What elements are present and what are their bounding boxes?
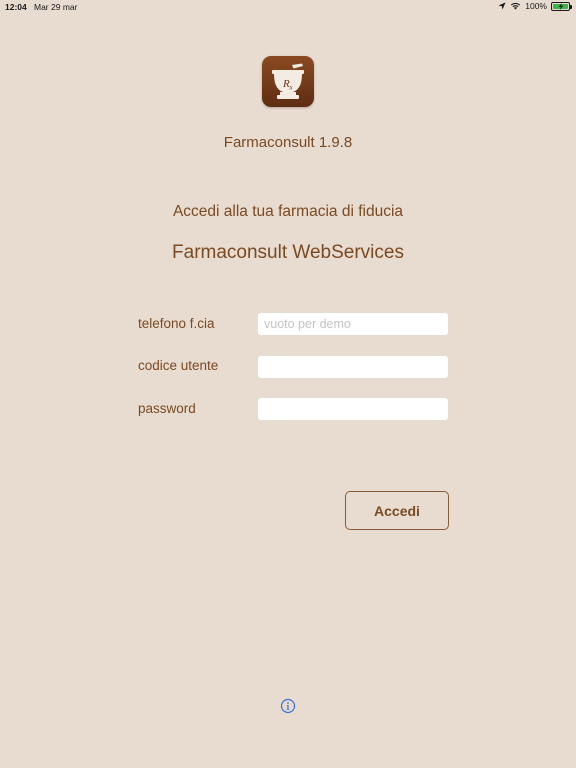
location-icon bbox=[498, 2, 506, 10]
phone-input[interactable] bbox=[258, 313, 448, 335]
info-icon bbox=[280, 698, 296, 714]
mortar-pestle-rx-icon: R x bbox=[272, 63, 304, 99]
password-input[interactable] bbox=[258, 398, 448, 420]
status-bar: 12:04 Mar 29 mar 100% bbox=[0, 0, 576, 14]
login-button[interactable]: Accedi bbox=[345, 491, 449, 530]
user-code-input[interactable] bbox=[258, 356, 448, 378]
login-screen: 12:04 Mar 29 mar 100% R x Farmaconsult 1… bbox=[0, 0, 576, 768]
battery-icon bbox=[551, 1, 572, 11]
wifi-icon bbox=[510, 2, 521, 10]
info-button[interactable] bbox=[280, 698, 296, 714]
app-title-version: Farmaconsult 1.9.8 bbox=[223, 134, 353, 151]
status-date: Mar 29 mar bbox=[34, 2, 78, 12]
service-name: Farmaconsult WebServices bbox=[172, 242, 404, 263]
battery-percent: 100% bbox=[525, 1, 547, 11]
phone-label: telefono f.cia bbox=[138, 316, 215, 331]
subtitle: Accedi alla tua farmacia di fiducia bbox=[172, 203, 404, 220]
status-right: 100% bbox=[498, 1, 572, 11]
user-code-label: codice utente bbox=[138, 358, 219, 373]
status-time: 12:04 bbox=[5, 2, 27, 12]
password-label: password bbox=[138, 401, 196, 416]
app-logo: R x bbox=[262, 56, 314, 107]
